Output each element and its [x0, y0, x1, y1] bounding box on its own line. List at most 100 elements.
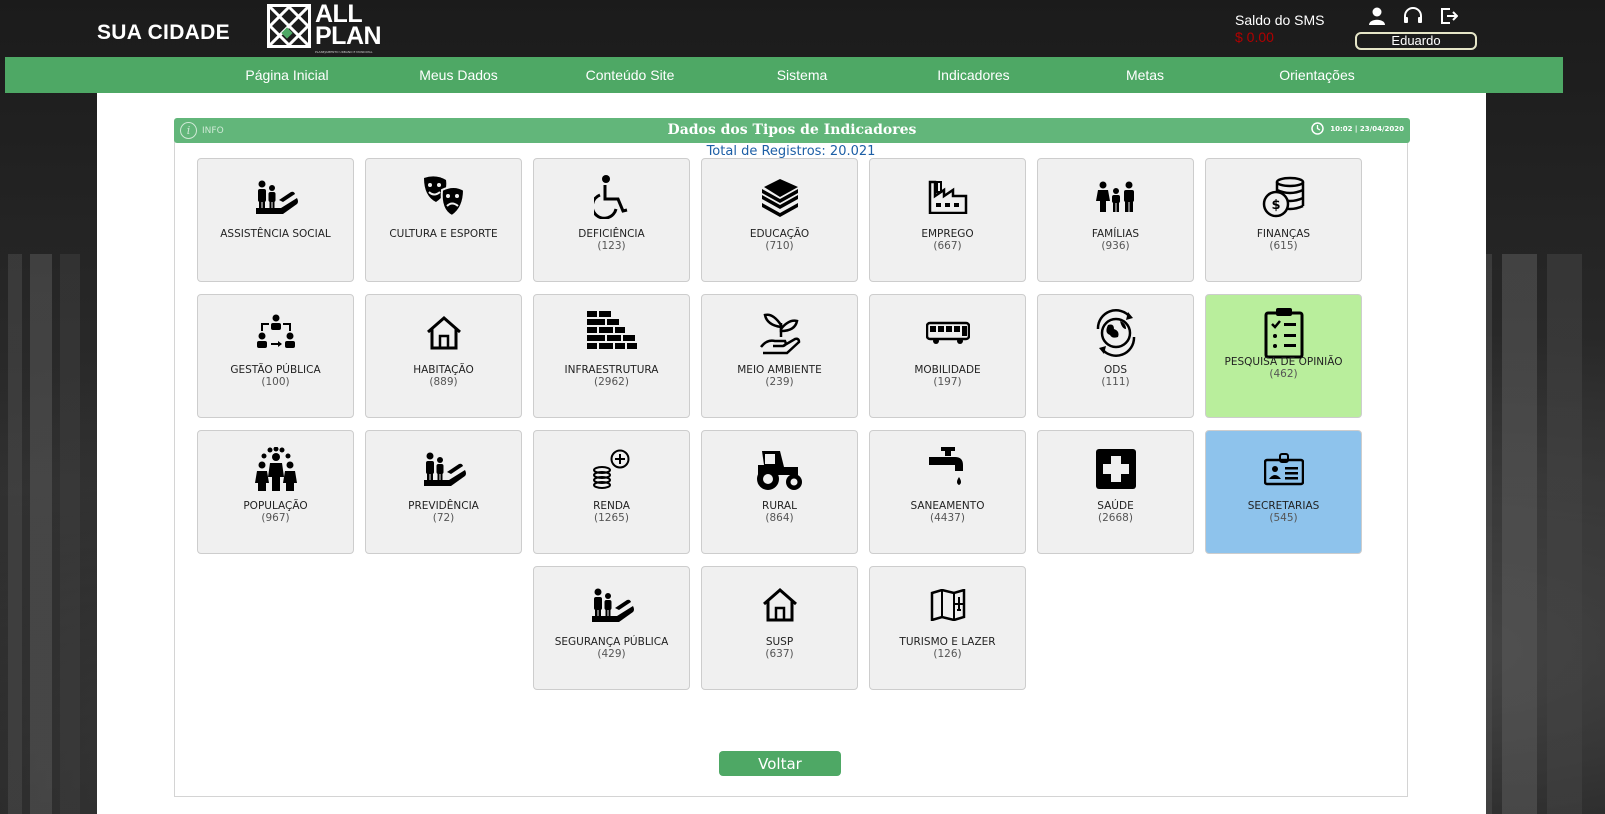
- indicator-tile-susp[interactable]: SUSP (637): [701, 566, 858, 690]
- nav-conteudo-site[interactable]: Conteúdo Site: [555, 57, 705, 93]
- indicator-tile-mobilidade[interactable]: MOBILIDADE (197): [869, 294, 1026, 418]
- indicator-tile-secretarias[interactable]: SECRETARIAS (545): [1205, 430, 1362, 554]
- indicator-tile-deficiencia[interactable]: DEFICIÊNCIA (123): [533, 158, 690, 282]
- factory-icon: [870, 173, 1025, 221]
- logo-mark-icon: [267, 4, 311, 48]
- nav-metas[interactable]: Metas: [1048, 57, 1242, 93]
- wheelchair-icon: [534, 173, 689, 221]
- indicator-tile-previdencia[interactable]: PREVIDÊNCIA (72): [365, 430, 522, 554]
- tile-label: FAMÍLIAS: [1091, 228, 1140, 240]
- management-icon: [198, 309, 353, 357]
- tile-label: SAÚDE: [1097, 500, 1134, 512]
- logo-line-2: PLAN: [315, 22, 382, 50]
- tile-label: ASSISTÊNCIA SOCIAL: [220, 228, 331, 240]
- bus-icon: [870, 309, 1025, 357]
- tile-label: EMPREGO: [921, 228, 974, 240]
- indicator-tile-populacao[interactable]: POPULAÇÃO (967): [197, 430, 354, 554]
- hand-people-icon: [534, 581, 689, 629]
- house-icon: [366, 309, 521, 357]
- main-nav: Página Inicial Meus Dados Conteúdo Site …: [5, 57, 1563, 93]
- tile-count: (100): [261, 376, 290, 388]
- allplan-logo[interactable]: ALL PLAN PLANEJAMENTO URBANO E MUNICIPAL: [267, 2, 383, 54]
- indicator-tile-financas[interactable]: $ FINANÇAS (615): [1205, 158, 1362, 282]
- indicator-tile-saneamento[interactable]: SANEAMENTO (4437): [869, 430, 1026, 554]
- top-header: SUA CIDADE ALL PLAN PLANEJAMENTO URBANO …: [0, 0, 1605, 56]
- plant-hand-icon: [702, 309, 857, 357]
- indicator-tile-educacao[interactable]: EDUCAÇÃO (710): [701, 158, 858, 282]
- indicator-tile-habitacao[interactable]: HABITAÇÃO (889): [365, 294, 522, 418]
- sms-label: Saldo do SMS: [1235, 12, 1325, 28]
- indicator-tile-saude[interactable]: SAÚDE (2668): [1037, 430, 1194, 554]
- tile-label: FINANÇAS: [1256, 228, 1311, 240]
- datetime: 10:02 | 23/04/2020: [1311, 122, 1404, 135]
- tile-label: RURAL: [762, 500, 797, 512]
- indicator-tile-infraestrutura[interactable]: INFRAESTRUTURA (2962): [533, 294, 690, 418]
- nav-orientacoes[interactable]: Orientações: [1242, 57, 1392, 93]
- nav-indicadores[interactable]: Indicadores: [899, 57, 1048, 93]
- tile-label: MEIO AMBIENTE: [737, 364, 822, 376]
- hand-people-icon: [198, 173, 353, 221]
- total-records: Total de Registros: 20.021: [706, 144, 876, 159]
- tile-label: SUSP: [765, 636, 794, 648]
- back-button[interactable]: Voltar: [719, 751, 841, 776]
- main-content: i INFO Dados dos Tipos de Indicadores 10…: [97, 93, 1486, 814]
- books-icon: [702, 173, 857, 221]
- tile-label: INFRAESTRUTURA: [564, 364, 659, 376]
- tile-label: SANEAMENTO: [910, 500, 985, 512]
- background-city-left: [0, 254, 97, 814]
- user-icon[interactable]: [1365, 5, 1389, 27]
- theater-masks-icon: [366, 173, 521, 221]
- tile-count: (667): [933, 240, 962, 252]
- indicator-tile-pesquisa-de-opiniao[interactable]: PESQUISA DE OPINIÃO (462): [1205, 294, 1362, 418]
- indicator-tile-assistencia-social[interactable]: ASSISTÊNCIA SOCIAL: [197, 158, 354, 282]
- indicator-tile-rural[interactable]: RURAL (864): [701, 430, 858, 554]
- bricks-icon: [534, 309, 689, 357]
- city-name: SUA CIDADE: [97, 21, 230, 44]
- user-name-button[interactable]: Eduardo: [1355, 32, 1477, 50]
- tile-count: (889): [429, 376, 458, 388]
- tile-count: (615): [1269, 240, 1298, 252]
- logout-icon[interactable]: [1437, 5, 1461, 27]
- coins-plus-icon: [534, 445, 689, 493]
- indicator-tile-ods[interactable]: ODS (111): [1037, 294, 1194, 418]
- house-icon: [702, 581, 857, 629]
- indicator-tile-cultura-e-esporte[interactable]: CULTURA E ESPORTE: [365, 158, 522, 282]
- panel-title: Dados dos Tipos de Indicadores: [667, 122, 917, 138]
- indicator-tile-renda[interactable]: RENDA (1265): [533, 430, 690, 554]
- tile-count: (864): [765, 512, 794, 524]
- tile-count: (710): [765, 240, 794, 252]
- tile-label: GESTÃO PÚBLICA: [230, 364, 321, 376]
- tile-count: (4437): [930, 512, 965, 524]
- tile-label: PESQUISA DE OPINIÃO: [1224, 356, 1343, 368]
- tile-count: (462): [1269, 368, 1298, 380]
- headset-icon[interactable]: [1401, 5, 1425, 27]
- logo-tagline: PLANEJAMENTO URBANO E MUNICIPAL: [315, 50, 373, 54]
- sms-balance: Saldo do SMS $ 0.00: [1235, 12, 1325, 45]
- tile-label: POPULAÇÃO: [243, 500, 308, 512]
- tile-count: (111): [1101, 376, 1130, 388]
- indicator-tile-familias[interactable]: FAMÍLIAS (936): [1037, 158, 1194, 282]
- logo-text: ALL PLAN: [315, 2, 382, 50]
- faucet-icon: [870, 445, 1025, 493]
- indicator-tile-meio-ambiente[interactable]: MEIO AMBIENTE (239): [701, 294, 858, 418]
- indicator-tile-gestao-publica[interactable]: GESTÃO PÚBLICA (100): [197, 294, 354, 418]
- tile-count: (637): [765, 648, 794, 660]
- nav-pagina-inicial[interactable]: Página Inicial: [212, 57, 362, 93]
- crowd-icon: [198, 445, 353, 493]
- nav-meus-dados[interactable]: Meus Dados: [362, 57, 555, 93]
- tile-count: (429): [597, 648, 626, 660]
- indicator-tile-seguranca-publica[interactable]: SEGURANÇA PÚBLICA (429): [533, 566, 690, 690]
- tile-label: CULTURA E ESPORTE: [389, 228, 498, 240]
- nav-sistema[interactable]: Sistema: [705, 57, 899, 93]
- tile-label: SECRETARIAS: [1247, 500, 1320, 512]
- indicator-tile-turismo-e-lazer[interactable]: TURISMO E LAZER (126): [869, 566, 1026, 690]
- panel-header: i INFO Dados dos Tipos de Indicadores 10…: [174, 118, 1410, 143]
- tile-count: (123): [597, 240, 626, 252]
- clock-icon: [1311, 122, 1324, 135]
- tile-count: (936): [1101, 240, 1130, 252]
- datetime-text: 10:02 | 23/04/2020: [1330, 124, 1404, 133]
- indicator-tile-emprego[interactable]: EMPREGO (667): [869, 158, 1026, 282]
- tile-count: (197): [933, 376, 962, 388]
- tile-count: (2668): [1098, 512, 1133, 524]
- coins-icon: $: [1206, 173, 1361, 221]
